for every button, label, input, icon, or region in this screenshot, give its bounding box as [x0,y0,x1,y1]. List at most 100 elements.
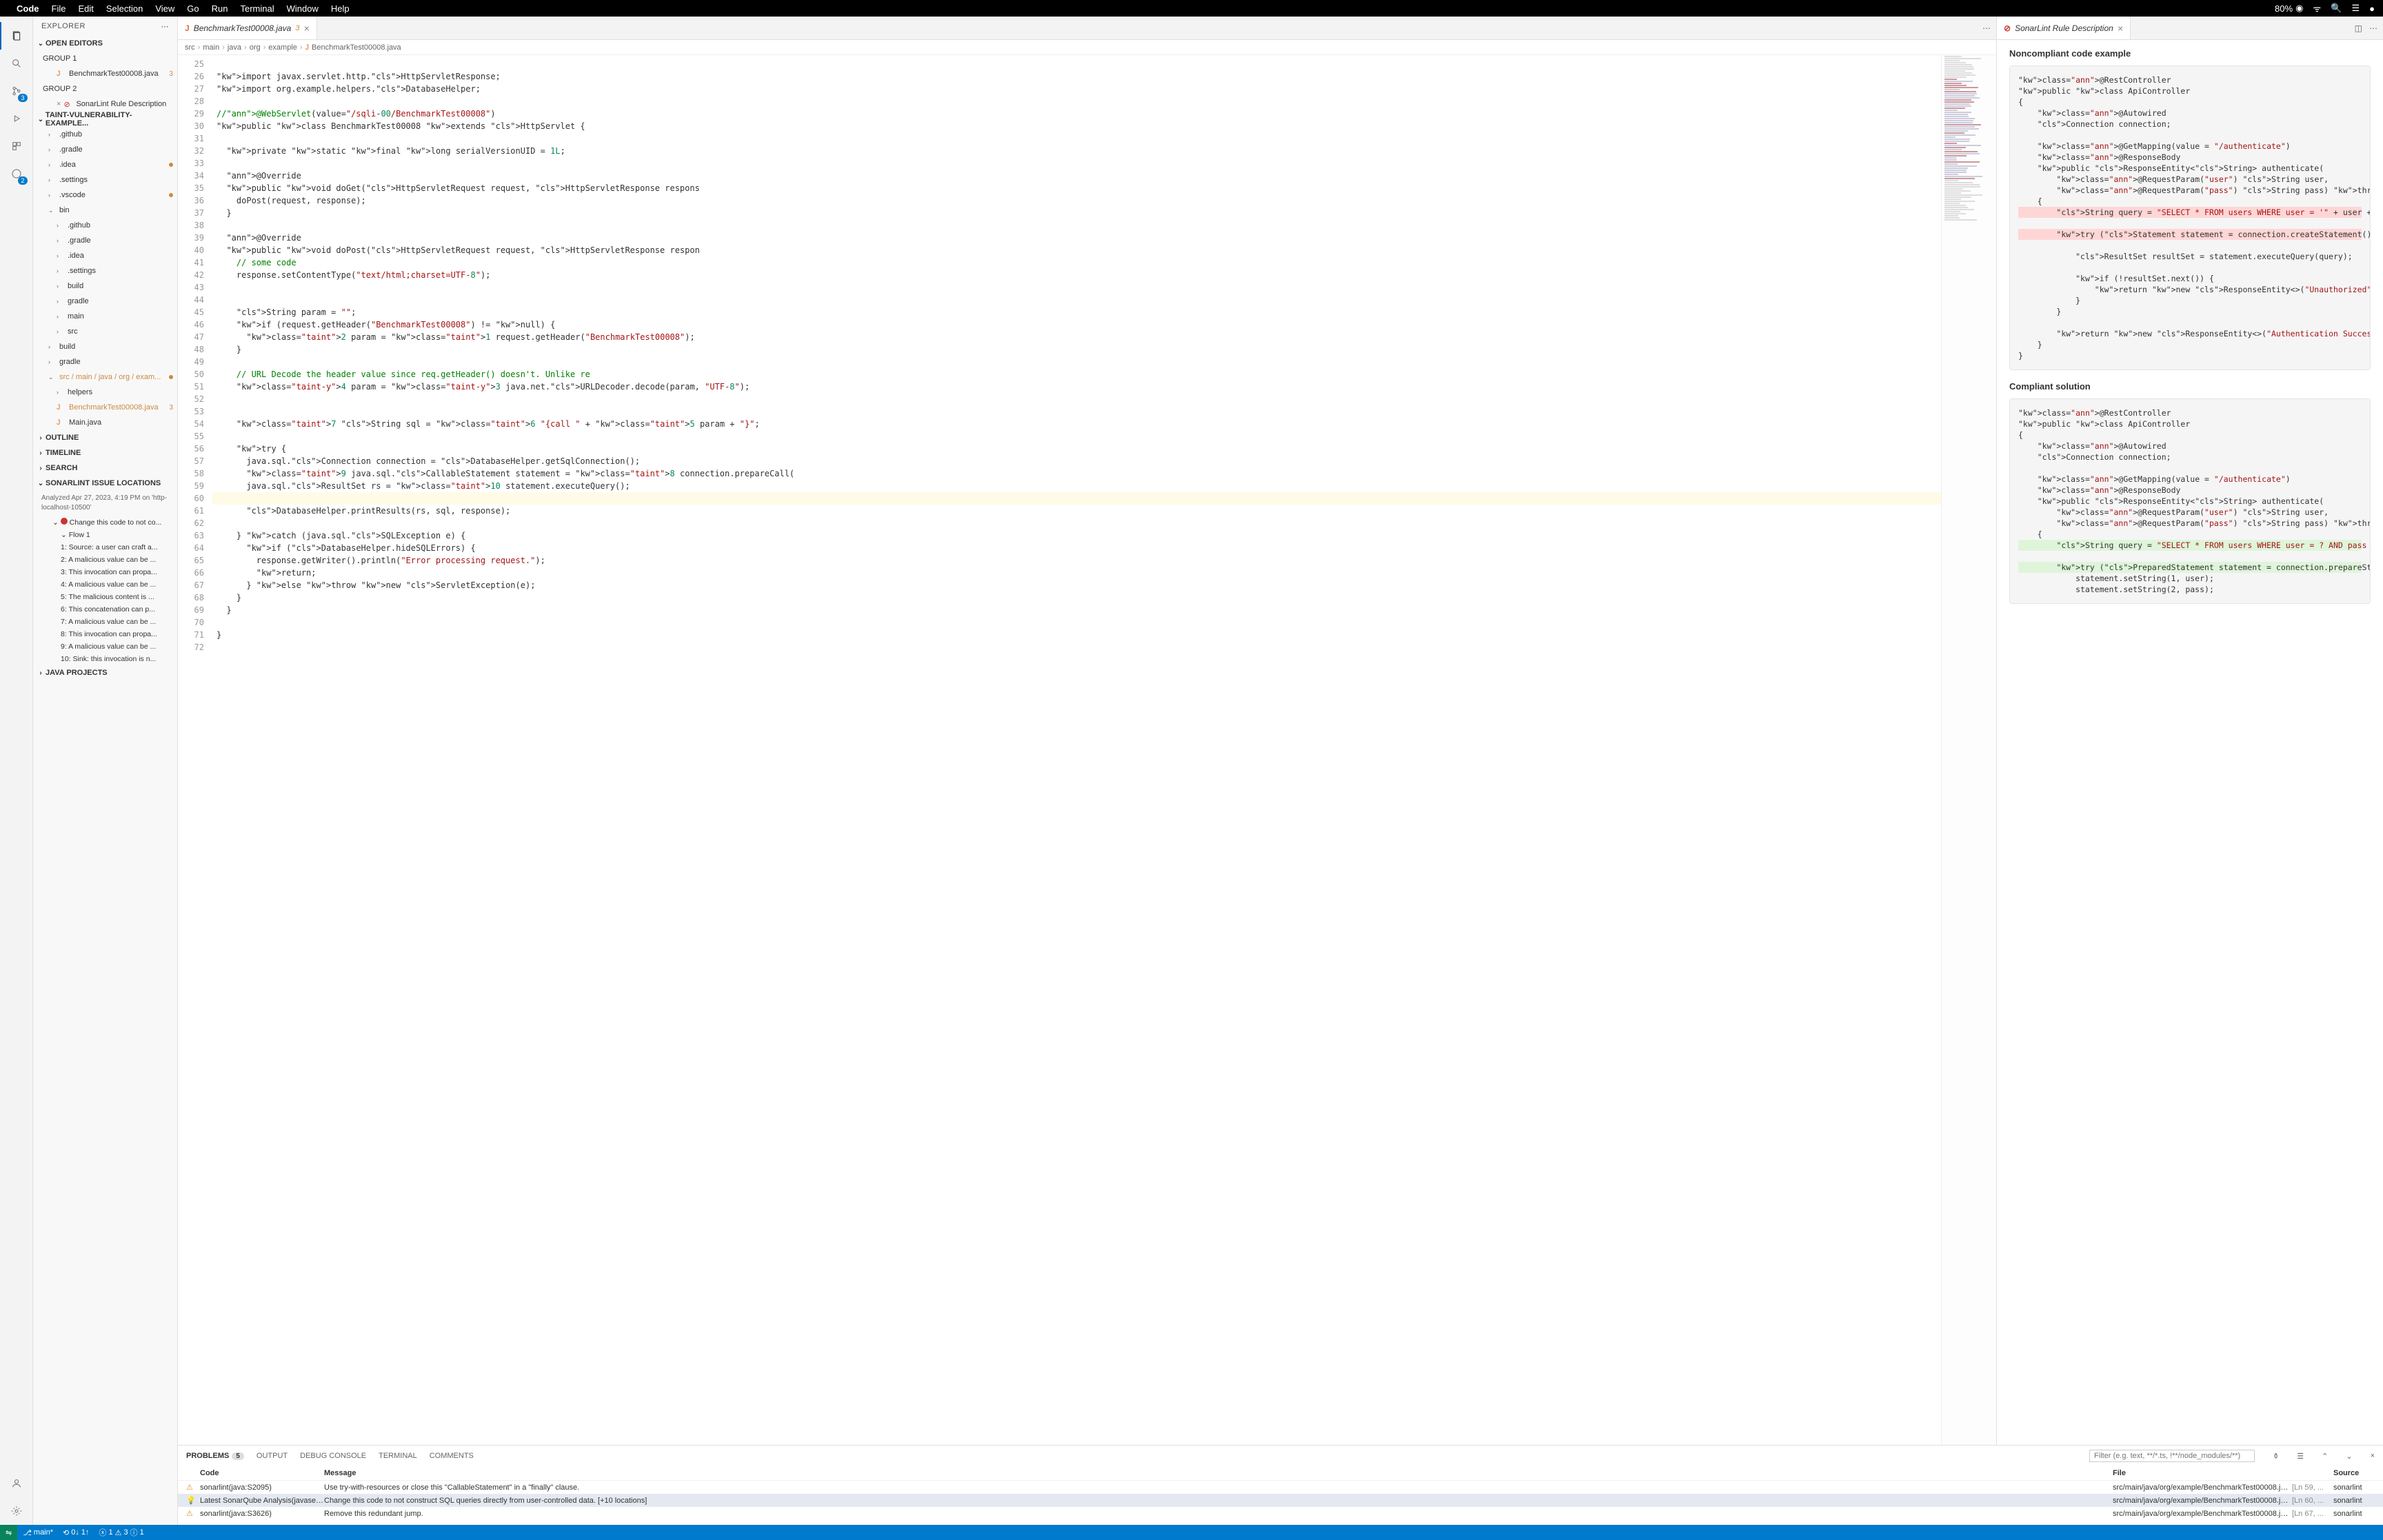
control-center-icon[interactable]: ☰ [2351,3,2360,14]
flow-step[interactable]: 10: Sink: this invocation is n... [33,653,177,665]
tree-benchmark-file[interactable]: JBenchmarkTest00008.java3 [33,400,177,415]
app-name[interactable]: Code [17,3,39,14]
open-editor-sonarlint[interactable]: ×⊘SonarLint Rule Description [33,97,177,112]
tree-bin-gradle2[interactable]: ›gradle [33,294,177,309]
git-branch[interactable]: ⎇ main* [23,1528,53,1537]
flow-step[interactable]: 7: A malicious value can be ... [33,616,177,628]
activity-account-icon[interactable] [0,1470,33,1497]
activity-extensions-icon[interactable] [0,132,33,160]
tree-bin[interactable]: ⌄bin [33,203,177,218]
activity-search-icon[interactable] [0,50,33,77]
section-timeline[interactable]: ›TIMELINE [33,445,177,460]
flow-1[interactable]: ⌄ Flow 1 [33,529,177,541]
tree-bin-github[interactable]: ›.github [33,218,177,233]
flow-step[interactable]: 8: This invocation can propa... [33,628,177,640]
section-workspace[interactable]: ⌄TAINT-VULNERABILITY-EXAMPLE... [33,112,177,127]
tab-more-icon[interactable]: ⋯ [1982,23,1991,33]
user-icon[interactable]: ● [2369,3,2375,14]
tree-github[interactable]: ›.github [33,127,177,142]
split-editor-icon[interactable]: ◫ [2355,23,2362,33]
section-java-projects[interactable]: ›JAVA PROJECTS [33,665,177,680]
panel-tab-comments[interactable]: COMMENTS [430,1452,474,1460]
problem-row[interactable]: ⚠sonarlint(java:S2095)Use try-with-resou… [178,1481,2383,1494]
tree-main-java[interactable]: JMain.java [33,415,177,430]
menu-selection[interactable]: Selection [106,3,143,14]
activity-scm-icon[interactable]: 3 [0,77,33,105]
tree-bin-settings[interactable]: ›.settings [33,263,177,278]
section-outline[interactable]: ›OUTLINE [33,430,177,445]
tab-benchmark[interactable]: J BenchmarkTest00008.java 3 × [178,17,317,39]
open-editor-benchmark[interactable]: JBenchmarkTest00008.java3 [33,66,177,81]
search-icon[interactable]: 🔍 [2331,3,2342,14]
menu-window[interactable]: Window [287,3,319,14]
section-sonarlint-locations[interactable]: ⌄SONARLINT ISSUE LOCATIONS [33,476,177,491]
activity-github-icon[interactable]: 2 [0,160,33,188]
breadcrumb[interactable]: src› main› java› org› example› J Benchma… [178,40,1996,55]
panel-close-icon[interactable]: × [2371,1452,2375,1460]
filter-icon[interactable]: ⚱ [2273,1452,2279,1461]
java-file-icon: J [185,23,190,33]
tree-src-path[interactable]: ⌄src / main / java / org / exam... [33,369,177,385]
panel-tab-problems[interactable]: PROBLEMS5 [186,1452,244,1460]
close-icon[interactable]: × [57,100,61,108]
flow-step[interactable]: 1: Source: a user can craft a... [33,541,177,554]
panel-tab-debug-console[interactable]: DEBUG CONSOLE [300,1452,366,1460]
expand-icon[interactable]: ⌄ [2346,1452,2352,1461]
tree-idea[interactable]: ›.idea [33,157,177,172]
tree-bin-idea[interactable]: ›.idea [33,248,177,263]
activity-debug-icon[interactable] [0,105,33,132]
activity-explorer-icon[interactable] [0,22,33,50]
collapse-icon[interactable]: ⌃ [2322,1452,2328,1461]
sonarlint-description-body: Noncompliant code example "kw">class="an… [1997,40,2383,1445]
menu-help[interactable]: Help [331,3,350,14]
tree-helpers[interactable]: ›helpers [33,385,177,400]
tree-build[interactable]: ›build [33,339,177,354]
tree-vscode[interactable]: ›.vscode [33,188,177,203]
problems-filter-input[interactable] [2089,1450,2255,1462]
remote-indicator[interactable]: ⇋ [0,1525,17,1540]
menu-file[interactable]: File [52,3,66,14]
close-icon[interactable]: × [2118,23,2123,34]
tab-sonarlint-desc[interactable]: ⊘ SonarLint Rule Description × [1997,17,2131,39]
battery-indicator[interactable]: 80% ◉ [2275,3,2303,14]
sonar-main-issue[interactable]: ⌄ Change this code to not co... [33,516,177,529]
problem-row[interactable]: ⚠sonarlint(java:S3626)Remove this redund… [178,1507,2383,1520]
status-errors[interactable]: ⓧ 1 ⚠ 3 ⓘ 1 [99,1527,144,1538]
noncompliant-heading: Noncompliant code example [2009,48,2371,59]
tree-bin-main[interactable]: ›main [33,309,177,324]
tree-bin-gradle[interactable]: ›.gradle [33,233,177,248]
wifi-icon[interactable]: ᯤ [2313,2,2321,14]
tab-more-icon[interactable]: ⋯ [2369,23,2377,33]
problems-header: Code Message File Source [178,1466,2383,1481]
tree-gradle[interactable]: ›gradle [33,354,177,369]
view-as-list-icon[interactable]: ☰ [2297,1452,2304,1461]
section-search[interactable]: ›SEARCH [33,460,177,476]
sonarlint-icon: ⊘ [2004,23,2011,33]
panel-tab-terminal[interactable]: TERMINAL [379,1452,417,1460]
tree-bin-build[interactable]: ›build [33,278,177,294]
menu-edit[interactable]: Edit [78,3,93,14]
sidebar-more-icon[interactable]: ⋯ [161,22,170,31]
activity-settings-icon[interactable] [0,1497,33,1525]
flow-step[interactable]: 3: This invocation can propa... [33,566,177,578]
menu-run[interactable]: Run [212,3,228,14]
minimap[interactable] [1941,55,1996,1445]
menu-view[interactable]: View [155,3,174,14]
git-sync[interactable]: ⟲ 0↓ 1↑ [63,1528,90,1537]
panel-tab-output[interactable]: OUTPUT [257,1452,288,1460]
flow-step[interactable]: 6: This concatenation can p... [33,603,177,616]
code-editor[interactable]: 2526272829303132333435363738394041424344… [178,55,1996,1445]
tree-settings[interactable]: ›.settings [33,172,177,188]
flow-step[interactable]: 2: A malicious value can be ... [33,554,177,566]
editor-region: J BenchmarkTest00008.java 3 × ⋯ src› mai… [178,17,2383,1525]
tree-gradle-dot[interactable]: ›.gradle [33,142,177,157]
menu-go[interactable]: Go [187,3,199,14]
tree-bin-src[interactable]: ›src [33,324,177,339]
flow-step[interactable]: 4: A malicious value can be ... [33,578,177,591]
problem-row[interactable]: 💡Latest SonarQube Analysis(javasecuri...… [178,1494,2383,1507]
flow-step[interactable]: 5: The malicious content is ... [33,591,177,603]
flow-step[interactable]: 9: A malicious value can be ... [33,640,177,653]
menu-terminal[interactable]: Terminal [241,3,274,14]
close-icon[interactable]: × [303,23,309,34]
section-open-editors[interactable]: ⌄OPEN EDITORS [33,36,177,51]
